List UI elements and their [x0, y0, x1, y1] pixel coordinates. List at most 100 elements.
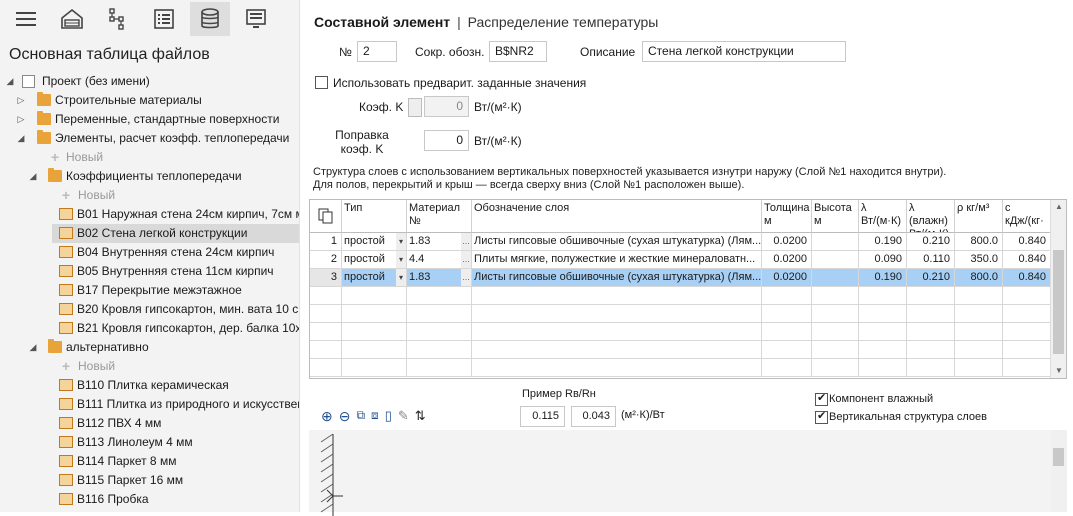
cell-type[interactable]: простой ▾: [342, 269, 407, 287]
browse-icon[interactable]: …: [461, 233, 471, 250]
tree-node-building-materials[interactable]: ▷ Строительные материалы: [0, 91, 299, 110]
rv-field[interactable]: 0.115: [520, 406, 565, 427]
cell-designation[interactable]: Листы гипсовые обшивочные (сухая штукату…: [472, 233, 762, 251]
tree-item[interactable]: B04 Внутренняя стена 24см кирпич: [0, 243, 299, 262]
row-number[interactable]: [310, 287, 342, 305]
cell-thickness[interactable]: 0.0200: [762, 251, 812, 269]
cell-rho[interactable]: [955, 287, 1003, 305]
tree-item[interactable]: B116 Пробка: [0, 490, 299, 509]
cell-rho[interactable]: 800.0: [955, 233, 1003, 251]
book-icon[interactable]: ▯: [385, 408, 392, 425]
header-c[interactable]: c кДж/(кг·: [1003, 200, 1051, 233]
cell-designation[interactable]: [472, 305, 762, 323]
use-preset-checkbox[interactable]: [315, 76, 328, 89]
header-thickness[interactable]: Толщина м: [762, 200, 812, 233]
tree-node-new[interactable]: + Новый: [0, 357, 299, 376]
short-field[interactable]: B$NR2: [489, 41, 547, 62]
header-lambda[interactable]: λ Вт/(м·К): [859, 200, 907, 233]
header-designation[interactable]: Обозначение слоя: [472, 200, 762, 233]
cell-lambda-wet[interactable]: 0.210: [907, 269, 955, 287]
tree-item[interactable]: B17 Перекрытие межэтажное: [0, 281, 299, 300]
cell-c[interactable]: 0.840: [1003, 233, 1051, 251]
expand-arrow-icon[interactable]: ▷: [16, 110, 26, 129]
header-lambda-wet[interactable]: λ (влажн) Вт/(м·К): [907, 200, 955, 233]
cell-thickness[interactable]: [762, 359, 812, 377]
tree-node-elements[interactable]: ◢ Элементы, расчет коэфф. теплопередачи: [0, 129, 299, 148]
cell-lambda-wet[interactable]: [907, 305, 955, 323]
cell-rho[interactable]: [955, 305, 1003, 323]
scroll-up-icon[interactable]: ▲: [1051, 202, 1066, 211]
tree-item[interactable]: B05 Внутренняя стена 11см кирпич: [0, 262, 299, 281]
tree-item[interactable]: B20 Кровля гипсокартон, мин. вата 10 см,: [0, 300, 299, 319]
row-number[interactable]: [310, 359, 342, 377]
cell-type[interactable]: [342, 341, 407, 359]
zoom-in-icon[interactable]: ⊕: [321, 408, 333, 425]
dropdown-icon[interactable]: ▾: [396, 233, 406, 250]
network-icon[interactable]: [97, 2, 137, 36]
coef-field[interactable]: 0: [424, 96, 469, 117]
tree-node-project[interactable]: ◢ Проект (без имени): [0, 72, 299, 91]
row-number[interactable]: 2: [310, 251, 342, 269]
dropdown-icon[interactable]: ▾: [396, 251, 406, 268]
scroll-thumb[interactable]: [1053, 250, 1064, 354]
cell-thickness[interactable]: 0.0200: [762, 233, 812, 251]
cell-height[interactable]: [812, 233, 859, 251]
cell-type[interactable]: [342, 359, 407, 377]
rn-field[interactable]: 0.043: [571, 406, 616, 427]
cell-type[interactable]: простой ▾: [342, 233, 407, 251]
cell-type[interactable]: простой ▾: [342, 251, 407, 269]
cell-thickness[interactable]: [762, 305, 812, 323]
layers-icon[interactable]: ⧈: [371, 408, 379, 425]
tree-item[interactable]: B115 Паркет 16 мм: [0, 471, 299, 490]
cell-height[interactable]: [812, 251, 859, 269]
tree-item[interactable]: B110 Плитка керамическая: [0, 376, 299, 395]
cell-material[interactable]: [407, 323, 472, 341]
description-field[interactable]: Стена легкой конструкции: [642, 41, 846, 62]
tree-node-new[interactable]: + Новый: [0, 186, 299, 205]
zoom-out-icon[interactable]: ⊖: [339, 408, 351, 425]
cell-thickness[interactable]: [762, 323, 812, 341]
monitor-icon[interactable]: [236, 2, 276, 36]
tree-node-variable-surfaces[interactable]: ▷ Переменные, стандартные поверхности: [0, 110, 299, 129]
cell-material[interactable]: [407, 341, 472, 359]
cell-lambda-wet[interactable]: 0.210: [907, 233, 955, 251]
corr-field[interactable]: 0: [424, 130, 469, 151]
cell-thickness[interactable]: [762, 341, 812, 359]
collapse-arrow-icon[interactable]: ◢: [16, 129, 26, 148]
browse-icon[interactable]: …: [461, 269, 471, 286]
tree-item[interactable]: B114 Паркет 8 мм: [0, 452, 299, 471]
cell-lambda[interactable]: 0.090: [859, 251, 907, 269]
cell-lambda[interactable]: [859, 359, 907, 377]
tree-node-alternative[interactable]: ◢ альтернативно: [0, 338, 299, 357]
cell-lambda[interactable]: 0.190: [859, 269, 907, 287]
cell-type[interactable]: [342, 323, 407, 341]
row-number[interactable]: [310, 305, 342, 323]
cell-type[interactable]: [342, 305, 407, 323]
cell-lambda-wet[interactable]: [907, 341, 955, 359]
cell-rho[interactable]: [955, 341, 1003, 359]
cell-lambda[interactable]: 0.190: [859, 233, 907, 251]
cell-height[interactable]: [812, 359, 859, 377]
cell-height[interactable]: [812, 341, 859, 359]
cell-lambda[interactable]: [859, 341, 907, 359]
cell-c[interactable]: [1003, 323, 1051, 341]
cell-designation[interactable]: Листы гипсовые обшивочные (сухая штукату…: [472, 269, 762, 287]
row-number[interactable]: 3: [310, 269, 342, 287]
collapse-arrow-icon[interactable]: ◢: [28, 338, 38, 357]
cell-lambda-wet[interactable]: 0.110: [907, 251, 955, 269]
house-icon[interactable]: [52, 2, 92, 36]
cell-lambda[interactable]: [859, 287, 907, 305]
tree-item[interactable]: B111 Плитка из природного и искусственн: [0, 395, 299, 414]
tree-item[interactable]: B21 Кровля гипсокартон, дер. балка 10х14: [0, 319, 299, 338]
cell-designation[interactable]: [472, 287, 762, 305]
header-height[interactable]: Высота м: [812, 200, 859, 233]
cell-material[interactable]: 4.4…: [407, 251, 472, 269]
cell-material[interactable]: [407, 359, 472, 377]
header-material[interactable]: Материал №: [407, 200, 472, 233]
database-icon[interactable]: [190, 2, 230, 36]
cell-material[interactable]: [407, 287, 472, 305]
cell-designation[interactable]: Плиты мягкие, полужесткие и жесткие мине…: [472, 251, 762, 269]
cell-c[interactable]: [1003, 287, 1051, 305]
scroll-down-icon[interactable]: ▼: [1051, 366, 1066, 375]
cell-lambda-wet[interactable]: [907, 287, 955, 305]
